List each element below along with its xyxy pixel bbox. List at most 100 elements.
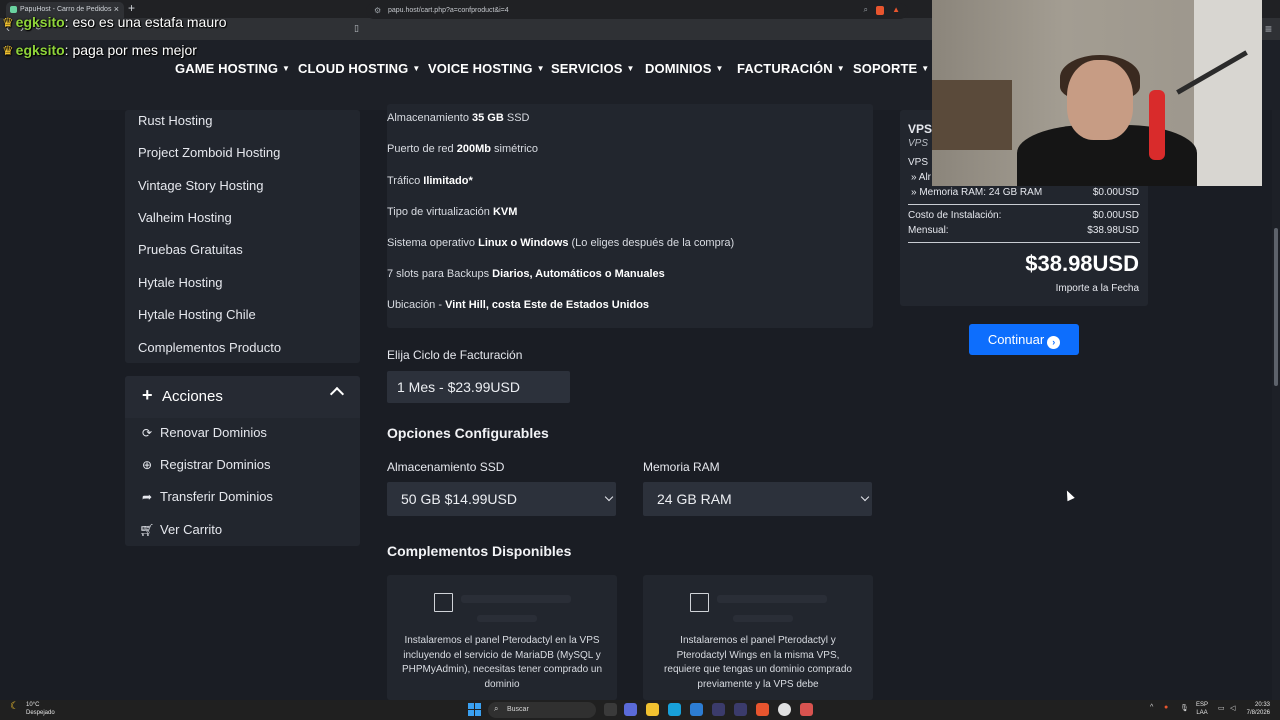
browser-menu-icon[interactable]: ≡ (1265, 22, 1272, 36)
language-indicator[interactable]: ESP LAA (1196, 701, 1208, 717)
sidebar-item-pruebas[interactable]: Pruebas Gratuitas (138, 242, 243, 257)
addon-description: Instalaremos el panel Pterodactyl en la … (401, 635, 603, 690)
addon-checkbox[interactable] (690, 593, 709, 612)
nav-cloud-hosting[interactable]: CLOUD HOSTING ▼ (298, 61, 420, 76)
widgets-icon[interactable] (624, 703, 637, 716)
sidebar-item-complementos[interactable]: Complementos Producto (138, 340, 281, 355)
sidebar-item-hytale[interactable]: Hytale Hosting (138, 275, 223, 290)
addon-card: Instalaremos el panel Pterodactyl en la … (387, 575, 617, 700)
sidebar-item-valheim[interactable]: Valheim Hosting (138, 210, 232, 225)
spec-line: Almacenamiento 35 GB SSD (387, 112, 530, 124)
app-fe-icon[interactable] (712, 703, 725, 716)
continue-button[interactable]: Continuar › (969, 324, 1079, 355)
globe-icon: ⊕ (141, 458, 153, 472)
file-explorer-icon[interactable] (646, 703, 659, 716)
sidebar-actions: + Acciones ⟳ Renovar Dominios ⊕ Registrar … (125, 376, 360, 546)
page-scrollbar[interactable] (1272, 40, 1280, 700)
tray-mic-icon[interactable]: 🎙︎ (1180, 704, 1189, 712)
share-arrow-icon: ➦ (141, 490, 153, 504)
addons-title: Complementos Disponibles (387, 543, 572, 559)
action-transferir-dominios[interactable]: ➦ Transferir Dominios (139, 489, 273, 504)
caret-down-icon: ▼ (715, 64, 724, 73)
brave-icon[interactable] (756, 703, 769, 716)
plus-icon: + (142, 385, 153, 405)
refresh-icon: ⟳ (141, 426, 153, 440)
caret-down-icon: ▼ (282, 64, 291, 73)
moon-icon: ☾ (10, 701, 19, 712)
nav-servicios[interactable]: SERVICIOS ▼ (551, 61, 635, 76)
bookmark-icon[interactable]: ▯ (354, 23, 359, 34)
spec-line: Puerto de red 200Mb simétrico (387, 143, 539, 155)
site-info-icon[interactable]: ⚙ (374, 6, 381, 15)
setup-fee-label: Costo de Instalación: (908, 210, 1002, 221)
actions-title: Acciones (162, 388, 223, 405)
network-icon[interactable]: ▭ (1218, 704, 1225, 712)
billing-cycle-label: Elija Ciclo de Facturación (387, 348, 523, 362)
url-text: papu.host/cart.php?a=confproduct&i=4 (388, 7, 509, 14)
zoom-icon[interactable]: ⌕ (864, 5, 868, 15)
caret-down-icon: ▼ (921, 64, 930, 73)
task-view-icon[interactable] (604, 703, 617, 716)
caret-down-icon: ▼ (626, 64, 635, 73)
spec-line: Tráfico Ilimitado* (387, 175, 473, 187)
summary-ram-line: » Memoria RAM: 24 GB RAM (911, 187, 1043, 198)
app-mm-icon[interactable] (734, 703, 747, 716)
edge-icon[interactable] (668, 703, 681, 716)
addon-checkbox[interactable] (434, 593, 453, 612)
scrollbar-thumb[interactable] (1274, 228, 1278, 386)
tray-app-icon[interactable]: ● (1164, 704, 1168, 711)
caret-down-icon: ▼ (836, 64, 845, 73)
app-red-icon[interactable] (800, 703, 813, 716)
weather-widget[interactable]: ☾ 10°C Despejado (10, 701, 55, 717)
obs-icon[interactable] (778, 703, 791, 716)
taskbar-search[interactable]: ⌕ Buscar (488, 702, 596, 718)
chat-message: ♛ egksito: eso es una estafa mauro (2, 14, 227, 30)
brave-rewards-icon[interactable]: ▲ (892, 5, 900, 14)
monthly-price: $38.98USD (1087, 225, 1139, 236)
clock[interactable]: 20:33 7/8/2026 (1247, 701, 1270, 717)
summary-line: VPS (908, 157, 929, 168)
volume-icon[interactable]: ◁ (1230, 704, 1235, 712)
nav-voice-hosting[interactable]: VOICE HOSTING ▼ (428, 61, 545, 76)
addon-card: Instalaremos el panel Pterodactyl y Pter… (643, 575, 873, 700)
summary-line: » Alr (911, 172, 932, 183)
addon-description: Instalaremos el panel Pterodactyl y Pter… (664, 635, 852, 690)
chat-message: ♛ egksito: paga por mes mejor (2, 42, 197, 58)
spec-line: Sistema operativo Linux o Windows (Lo el… (387, 237, 735, 249)
nav-dominios[interactable]: DOMINIOS ▼ (645, 61, 724, 76)
windows-taskbar: ☾ 10°C Despejado ⌕ Buscar ^ ● 🎙︎ ESP LAA… (0, 700, 1280, 720)
action-renovar-dominios[interactable]: ⟳ Renovar Dominios (139, 425, 267, 440)
sidebar-item-hytale-chile[interactable]: Hytale Hosting Chile (138, 307, 256, 322)
tray-chevron-icon[interactable]: ^ (1150, 704, 1153, 711)
sidebar-item-zomboid[interactable]: Project Zomboid Hosting (138, 145, 280, 160)
sidebar-item-rust[interactable]: Rust Hosting (138, 113, 212, 128)
caret-down-icon: ▼ (412, 64, 421, 73)
nav-facturacion[interactable]: FACTURACIÓN ▼ (737, 61, 845, 76)
close-tab-icon[interactable]: × (114, 4, 119, 14)
caret-down-icon: ▼ (536, 64, 545, 73)
action-ver-carrito[interactable]: 🛒︎ Ver Carrito (139, 522, 222, 537)
product-specs: Almacenamiento 35 GB SSD Puerto de red 2… (387, 104, 873, 328)
summary-title: VPS (908, 122, 933, 136)
start-icon[interactable] (468, 703, 481, 716)
chevron-up-icon[interactable] (329, 386, 345, 402)
nav-game-hosting[interactable]: GAME HOSTING ▼ (175, 61, 290, 76)
spec-line: Ubicación - Vint Hill, costa Este de Est… (387, 299, 650, 311)
action-registrar-dominios[interactable]: ⊕ Registrar Dominios (139, 457, 271, 472)
storage-select[interactable]: 50 GB $14.99USD (387, 482, 616, 516)
store-icon[interactable] (690, 703, 703, 716)
summary-ram-price: $0.00USD (1092, 187, 1139, 198)
brave-shield-icon[interactable] (876, 6, 884, 15)
nav-soporte[interactable]: SOPORTE ▼ (853, 61, 929, 76)
total-price: $38.98USD (1025, 251, 1139, 276)
actions-header[interactable]: + Acciones (125, 376, 360, 418)
billing-cycle-select[interactable]: 1 Mes - $23.99USD (387, 371, 570, 403)
storage-label: Almacenamiento SSD (387, 460, 505, 474)
sidebar-item-vintage-story[interactable]: Vintage Story Hosting (138, 178, 264, 193)
ram-select[interactable]: 24 GB RAM (643, 482, 872, 516)
url-field[interactable]: ⚙ papu.host/cart.php?a=confproduct&i=4 ⌕… (366, 3, 908, 19)
tab-title: PapuHost - Carro de Pedidos (20, 6, 112, 13)
new-tab-icon[interactable]: + (128, 1, 135, 15)
ram-label: Memoria RAM (643, 460, 720, 474)
sidebar-categories: Rust Hosting Project Zomboid Hosting Vin… (125, 110, 360, 363)
